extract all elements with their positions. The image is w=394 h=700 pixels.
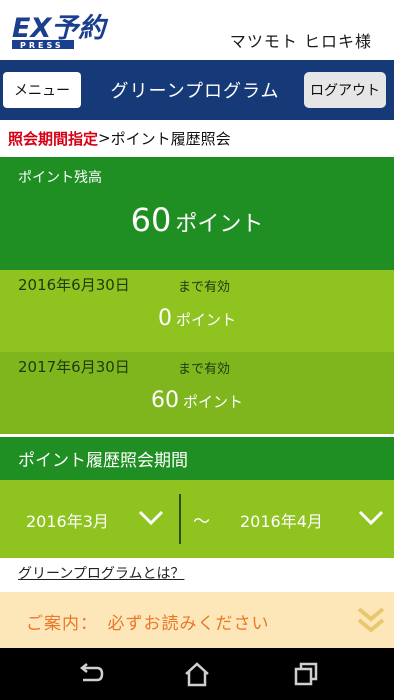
brand-bar: EX予約 PRESS マツモト ヒロキ様 (0, 0, 394, 60)
notice-text: ご案内： 必ずお読みください (26, 614, 270, 634)
recent-apps-icon[interactable] (291, 660, 321, 688)
chevron-down-icon (358, 510, 384, 526)
back-icon[interactable] (75, 660, 105, 688)
expiry-points-unit: ポイント (175, 311, 236, 329)
page: EX予約 PRESS マツモト ヒロキ様 メニュー グリーンプログラム ログアウ… (0, 0, 394, 700)
logo-sub: PRESS (20, 41, 64, 50)
user-name: マツモト ヒロキ様 (229, 32, 372, 51)
page-title: グリーンプログラム (110, 81, 280, 102)
expiry-date: 2017年6月30日 (18, 358, 130, 376)
home-icon[interactable] (182, 660, 212, 688)
balance-label: ポイント残高 (18, 170, 102, 186)
expiry-date: 2016年6月30日 (18, 276, 130, 294)
breadcrumb-current: ポイント履歴照会 (110, 129, 231, 148)
system-navigation-bar (0, 648, 394, 700)
expiry-note: まで有効 (178, 362, 231, 377)
balance-points: 60 (130, 201, 172, 239)
expiry-points-unit: ポイント (182, 393, 243, 411)
period-to-value: 2016年4月 (240, 512, 323, 531)
expiry-points: 0 ポイント (0, 306, 394, 331)
period-from-value: 2016年3月 (26, 512, 109, 531)
period-divider (179, 494, 181, 544)
ex-press-logo: EX予約 PRESS (12, 13, 109, 50)
notice-banner[interactable]: ご案内： 必ずお読みください (0, 592, 394, 648)
chevron-down-icon (138, 510, 164, 526)
expiry-row: 2017年6月30日 まで有効 60 ポイント (0, 352, 394, 434)
expiry-points: 60 ポイント (0, 388, 394, 413)
period-heading: ポイント履歴照会期間 (0, 437, 394, 480)
period-from-select[interactable]: 2016年3月 (0, 480, 178, 558)
balance-unit: ポイント (175, 212, 264, 237)
logout-button[interactable]: ログアウト (304, 72, 386, 108)
breadcrumb: 照会期間指定 > ポイント履歴照会 (0, 120, 394, 156)
double-chevron-down-icon[interactable] (354, 604, 388, 636)
menu-button[interactable]: メニュー (3, 72, 81, 108)
period-selector-bar: 2016年3月 ～ 2016年4月 (0, 480, 394, 558)
expiry-row: 2016年6月30日 まで有効 0 ポイント (0, 270, 394, 352)
period-to-select[interactable]: 2016年4月 (222, 480, 394, 558)
points-balance-panel: ポイント残高 60 ポイント (0, 157, 394, 270)
expiry-points-value: 60 (150, 388, 179, 413)
breadcrumb-separator: > (98, 129, 111, 147)
expiry-points-value: 0 (157, 306, 172, 331)
expiry-note: まで有効 (178, 280, 231, 295)
balance-value: 60 ポイント (0, 201, 394, 239)
logo-text: EX予約 (12, 13, 109, 44)
period-separator: ～ (193, 512, 210, 532)
breadcrumb-link-period[interactable]: 照会期間指定 (8, 128, 98, 149)
about-green-program-link[interactable]: グリーンプログラムとは？ (18, 563, 184, 583)
